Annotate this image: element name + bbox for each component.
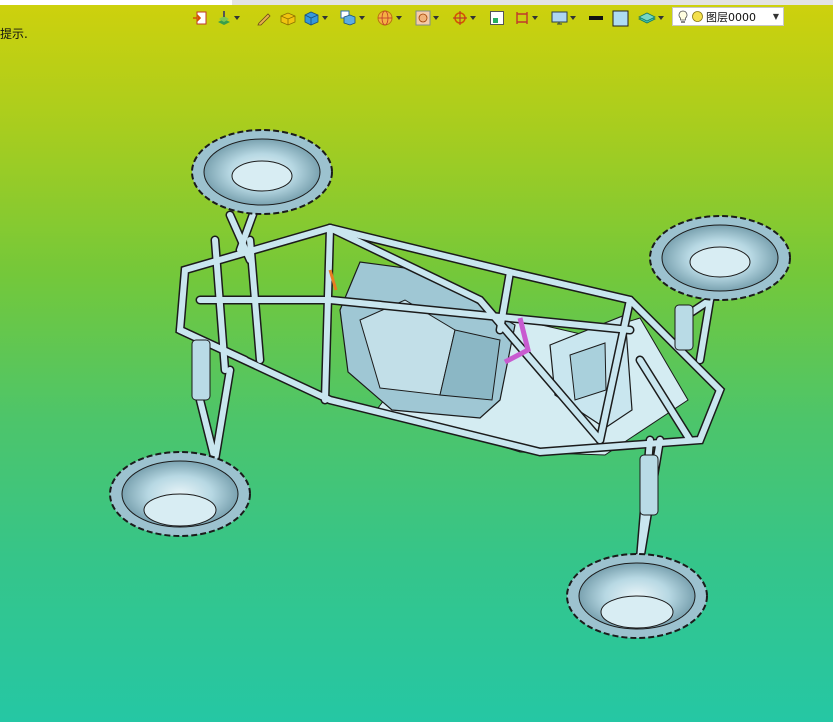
tire-rear-right <box>566 553 708 639</box>
tire-front-left <box>191 129 333 215</box>
buggy-model <box>109 129 791 639</box>
tire-front-right <box>649 215 791 301</box>
tire-rear-left <box>109 451 251 537</box>
